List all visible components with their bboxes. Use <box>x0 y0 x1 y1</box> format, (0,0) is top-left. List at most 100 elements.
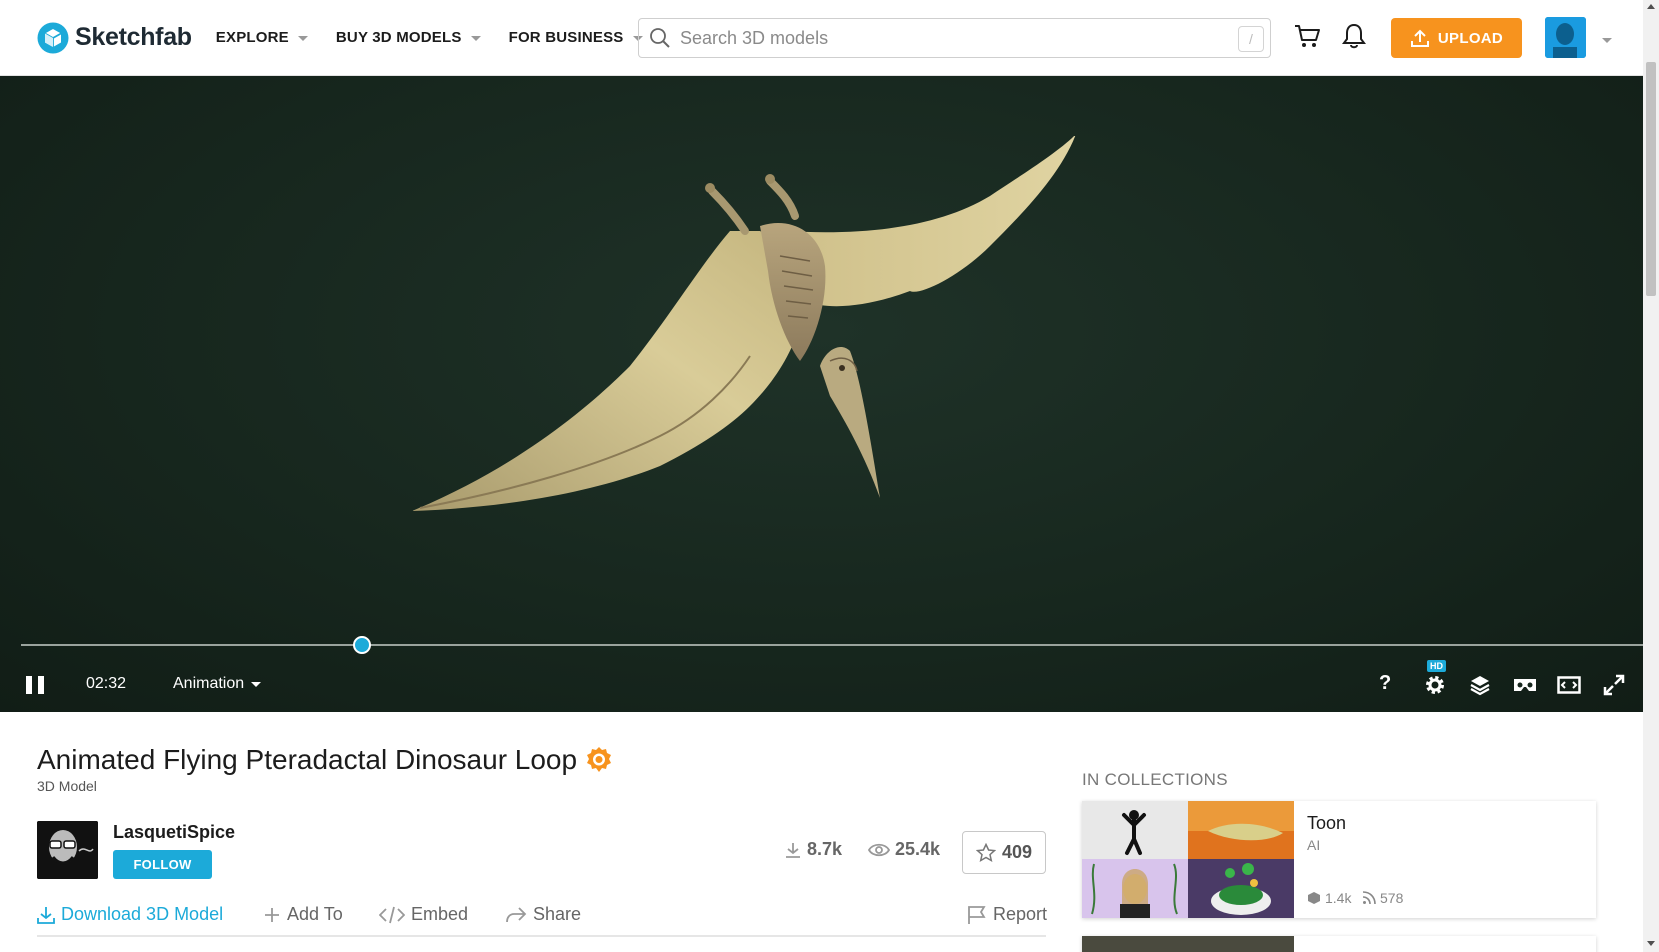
page-scrollbar[interactable] <box>1643 0 1659 952</box>
pterodactyl-model[interactable] <box>400 136 1160 536</box>
scroll-down-arrow-icon[interactable] <box>1647 941 1655 946</box>
flag-icon <box>968 905 986 924</box>
collection-thumbnail <box>1188 859 1294 918</box>
chevron-down-icon <box>470 36 481 41</box>
view-count-value: 25.4k <box>895 839 941 859</box>
like-button[interactable]: 409 <box>962 831 1046 874</box>
staff-pick-badge-icon <box>587 747 612 772</box>
model-viewer[interactable]: 02:32 Animation ? HD <box>0 76 1643 712</box>
vr-headset-icon[interactable] <box>1513 676 1537 694</box>
sketchfab-logo-icon <box>37 22 69 53</box>
report-button[interactable]: Report <box>967 904 1047 925</box>
follow-label: FOLLOW <box>133 857 192 872</box>
bell-icon[interactable] <box>1342 22 1366 50</box>
star-icon <box>975 842 996 862</box>
chevron-down-icon <box>297 36 308 41</box>
search-input[interactable] <box>680 27 1220 49</box>
share-arrow-icon <box>506 906 527 922</box>
animation-dropdown-label: Animation <box>173 675 245 692</box>
collection-thumbnails <box>1082 801 1294 918</box>
model-title-row: Animated Flying Pteradactal Dinosaur Loo… <box>37 744 613 776</box>
download-count-value: 8.7k <box>807 839 843 859</box>
collection-owner[interactable]: AI <box>1307 837 1320 853</box>
upload-icon <box>1410 29 1429 47</box>
pause-icon-bar <box>38 676 44 694</box>
collection-thumbnail <box>1082 859 1188 918</box>
model-title: Animated Flying Pteradactal Dinosaur Loo… <box>37 744 578 775</box>
page: Sketchfab EXPLORE BUY 3D MODELS FOR BUSI… <box>0 0 1659 952</box>
author-name[interactable]: LasquetiSpice <box>113 822 235 843</box>
collections-heading: IN COLLECTIONS <box>1082 770 1228 789</box>
code-icon <box>379 906 405 923</box>
share-button[interactable]: Share <box>505 904 581 925</box>
share-label: Share <box>533 904 582 924</box>
rss-feed-icon <box>1362 891 1376 905</box>
download-icon <box>37 906 55 924</box>
pause-icon-bar <box>26 676 32 694</box>
chevron-down-icon[interactable] <box>1602 38 1612 43</box>
search-icon <box>650 28 670 48</box>
cube-icon <box>1308 892 1320 904</box>
nav-business-label: FOR BUSINESS <box>508 29 624 46</box>
hd-badge: HD <box>1427 660 1446 672</box>
top-navbar: Sketchfab EXPLORE BUY 3D MODELS FOR BUSI… <box>0 0 1643 76</box>
follow-button[interactable]: FOLLOW <box>113 850 212 879</box>
scroll-up-arrow-icon[interactable] <box>1647 4 1655 9</box>
collection-model-count: 1.4k <box>1307 890 1351 906</box>
logo-text: Sketchfab <box>75 23 192 51</box>
download-model-label: Download 3D Model <box>61 904 224 924</box>
download-icon <box>786 842 800 858</box>
search-shortcut-key: / <box>1238 26 1264 52</box>
scroll-thumb[interactable] <box>1646 62 1656 296</box>
theater-mode-icon[interactable] <box>1557 675 1581 695</box>
collection-thumbnail <box>1188 801 1294 859</box>
collection-name[interactable]: Toon <box>1307 813 1346 834</box>
embed-label: Embed <box>411 904 469 924</box>
eye-icon <box>868 843 890 856</box>
nav-explore-label: EXPLORE <box>215 29 289 46</box>
nav-for-business[interactable]: FOR BUSINESS <box>509 29 643 46</box>
nav-explore[interactable]: EXPLORE <box>216 29 308 46</box>
pause-button[interactable] <box>26 676 44 694</box>
nav-buy-3d-models[interactable]: BUY 3D MODELS <box>336 29 481 46</box>
collection-card[interactable]: Toon AI 1.4k 578 <box>1082 801 1596 918</box>
cart-icon[interactable] <box>1293 22 1321 50</box>
author-avatar[interactable] <box>37 821 98 879</box>
add-to-label: Add To <box>287 904 343 924</box>
upload-label: UPLOAD <box>1437 29 1504 47</box>
help-icon[interactable]: ? <box>1379 672 1391 695</box>
report-label: Report <box>993 904 1048 924</box>
search-bar: / <box>638 18 1271 58</box>
layers-icon[interactable] <box>1469 674 1491 696</box>
nav-buy-label: BUY 3D MODELS <box>335 29 462 46</box>
settings-gear-icon[interactable] <box>1424 674 1446 696</box>
sketchfab-logo[interactable]: Sketchfab <box>37 22 192 54</box>
collection-info: Toon AI 1.4k 578 <box>1294 801 1596 918</box>
collection-follower-count-value: 578 <box>1380 890 1404 906</box>
viewer-controls: 02:32 Animation ? HD <box>0 660 1643 706</box>
collection-thumbnail <box>1082 801 1188 859</box>
fullscreen-icon[interactable] <box>1603 674 1625 696</box>
actions-divider <box>37 935 1046 937</box>
collection-follower-count: 578 <box>1362 890 1403 906</box>
timeline-scrubber[interactable] <box>352 636 371 654</box>
add-to-button[interactable]: Add To <box>263 904 343 925</box>
download-model-link[interactable]: Download 3D Model <box>37 904 223 925</box>
download-count: 8.7k <box>784 839 842 860</box>
collection-thumbnail <box>1082 936 1294 952</box>
main-nav: EXPLORE BUY 3D MODELS FOR BUSINESS <box>216 29 671 46</box>
animation-dropdown[interactable]: Animation <box>173 675 262 693</box>
avatar-image <box>1545 17 1586 58</box>
plus-icon <box>265 907 279 922</box>
embed-button[interactable]: Embed <box>379 904 468 925</box>
caret-down-icon <box>251 681 262 687</box>
like-count: 409 <box>1001 842 1033 862</box>
collection-model-count-value: 1.4k <box>1325 890 1352 906</box>
animation-time: 02:32 <box>86 675 127 692</box>
author-avatar-image <box>37 821 98 879</box>
user-avatar[interactable] <box>1545 17 1586 58</box>
collection-card-partial[interactable] <box>1082 936 1596 952</box>
model-type: 3D Model <box>37 778 97 794</box>
upload-button[interactable]: UPLOAD <box>1391 18 1522 58</box>
animation-timeline[interactable] <box>21 636 1643 654</box>
